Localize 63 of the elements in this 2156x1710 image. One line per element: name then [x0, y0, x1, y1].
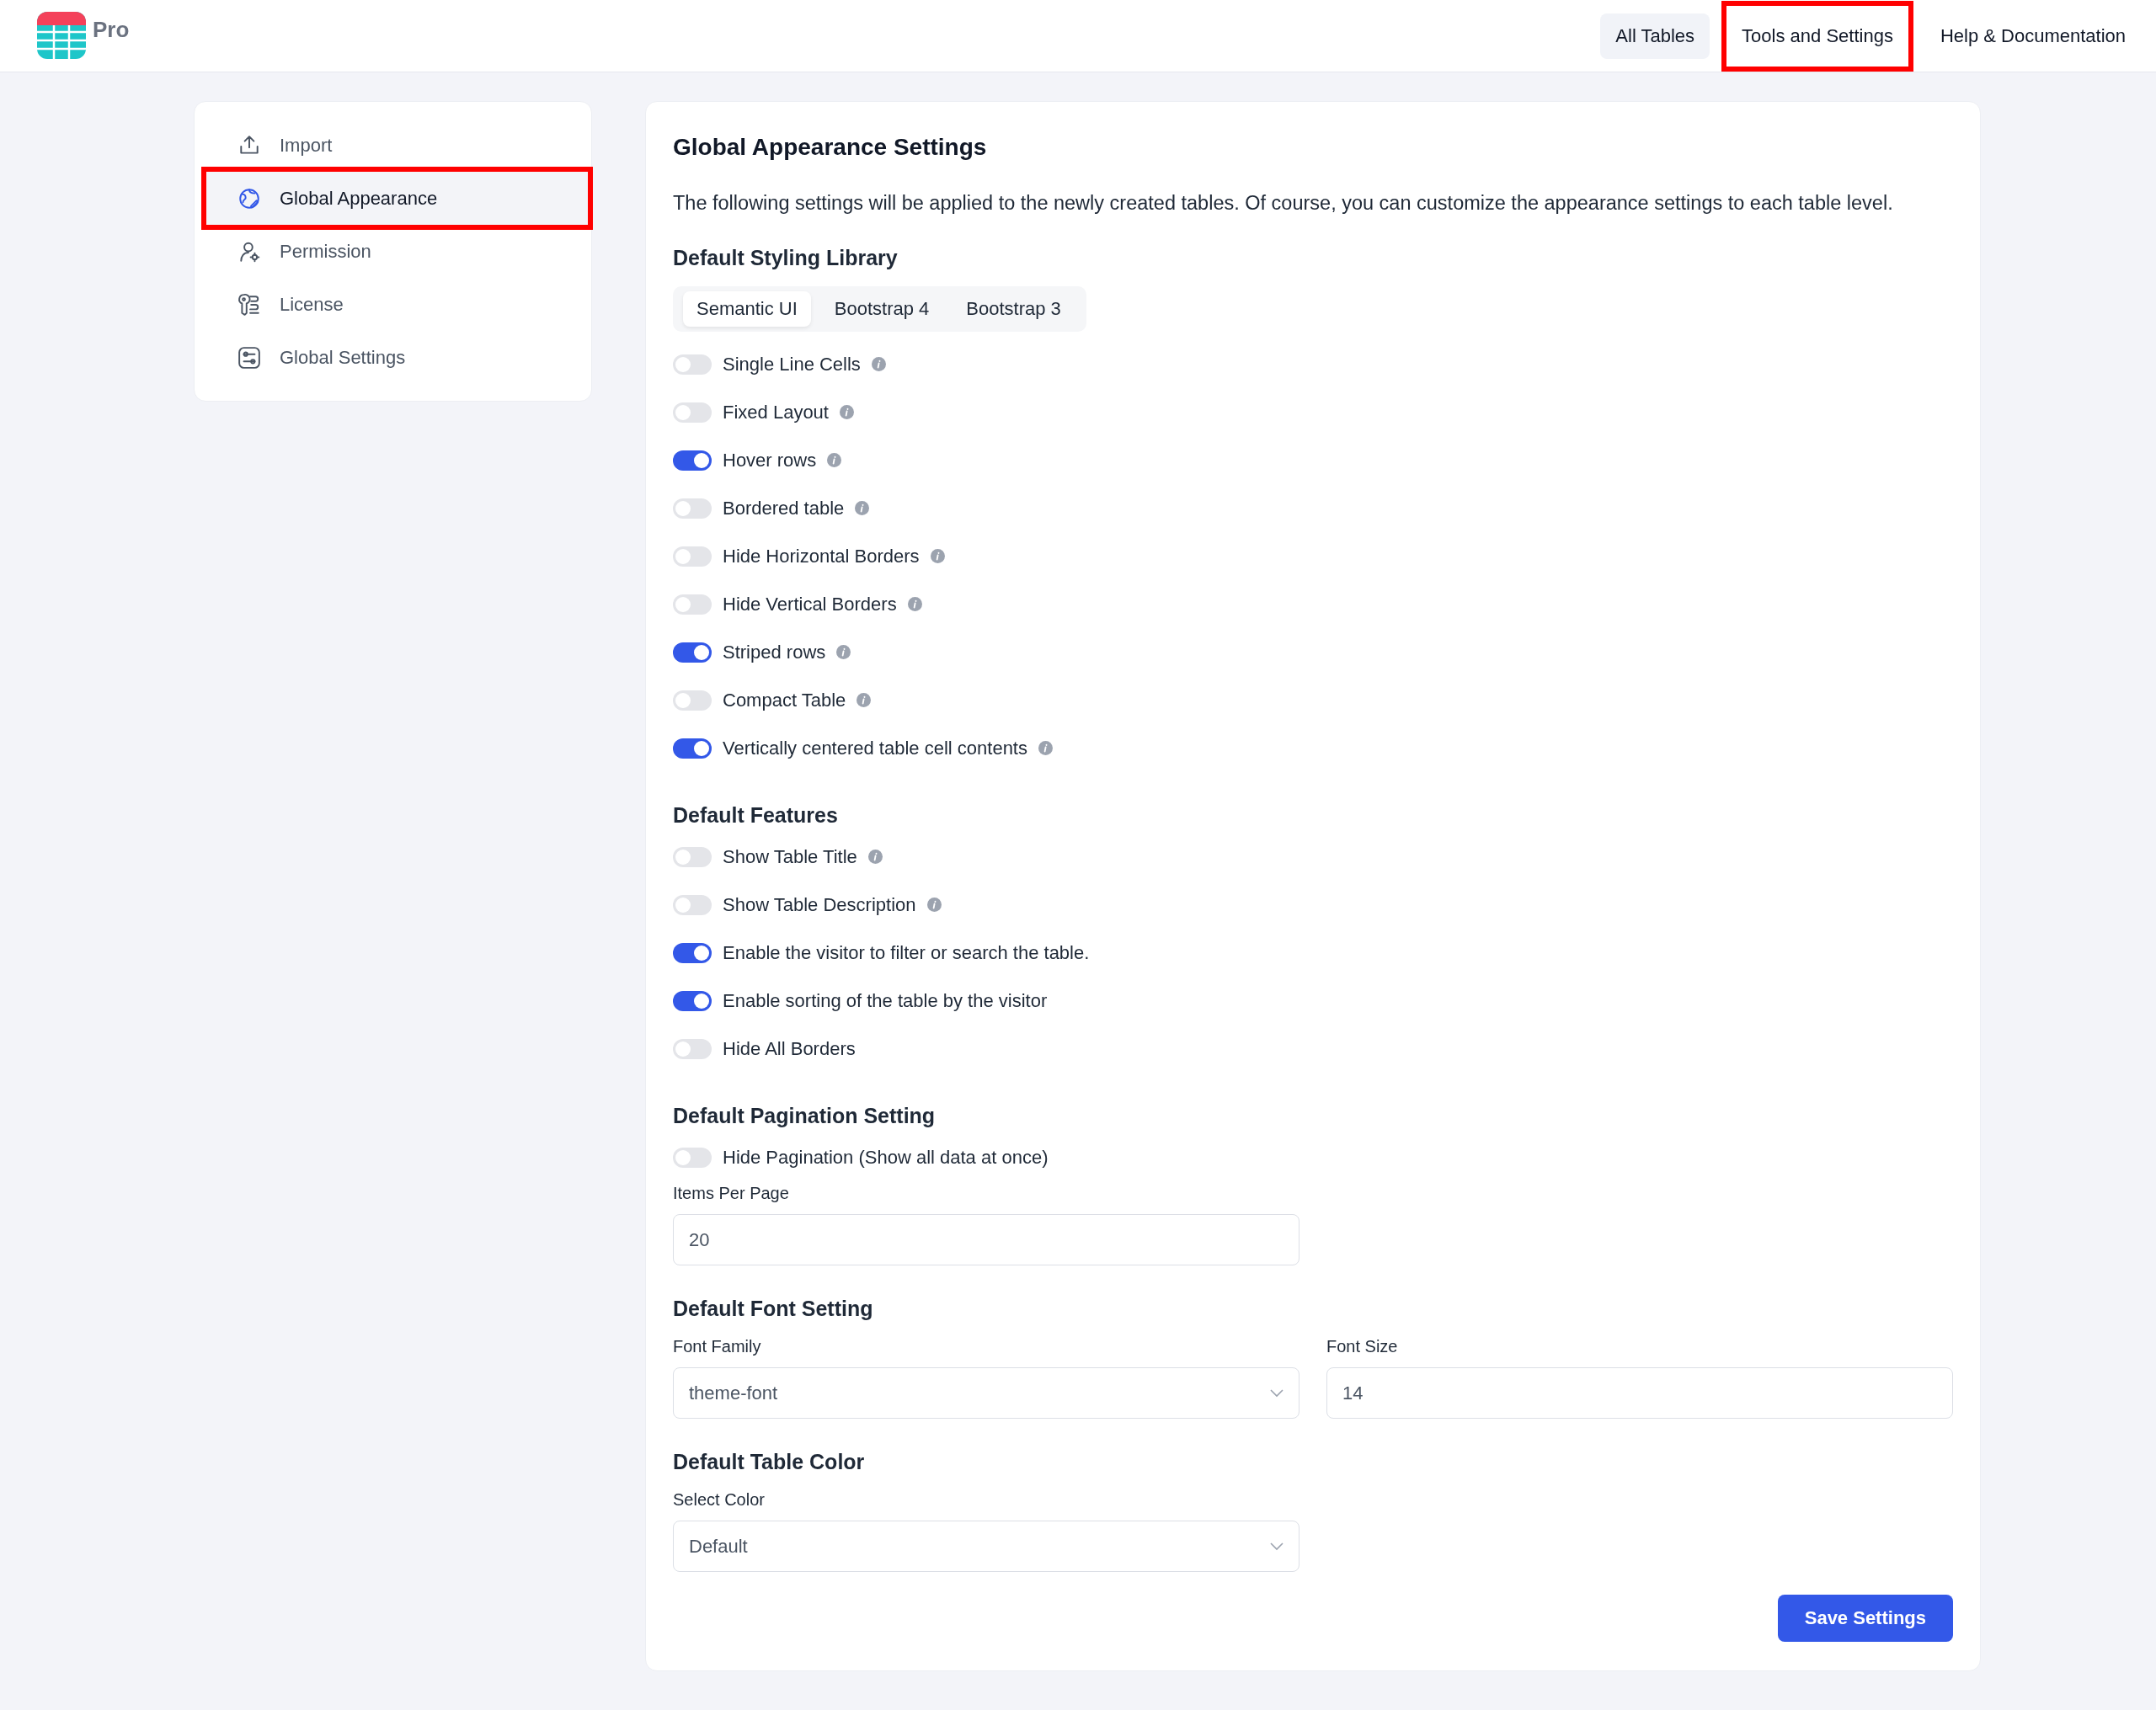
toggle-switch[interactable] — [673, 1147, 712, 1168]
field-label: Select Color — [673, 1489, 766, 1510]
toggle-label: Hover rows — [723, 449, 817, 471]
toggle-label: Hide Horizontal Borders — [723, 545, 920, 567]
logo-text: Pro — [93, 17, 130, 43]
section-heading: Default Table Color — [673, 1449, 866, 1475]
toggle-switch[interactable] — [673, 402, 712, 423]
toggle-switch[interactable] — [673, 690, 712, 711]
toggle-label: Striped rows — [723, 641, 826, 663]
chevron-down-icon — [1270, 1388, 1283, 1398]
section-heading: Default Font Setting — [673, 1296, 874, 1322]
sidebar-item[interactable]: Import — [206, 119, 588, 172]
toggle-switch[interactable] — [673, 354, 712, 375]
logo-icon — [37, 12, 86, 59]
globe-icon — [237, 186, 261, 210]
toggle-label: Hide All Borders — [723, 1037, 856, 1060]
toggle-switch[interactable] — [673, 546, 712, 567]
tab[interactable]: Bootstrap 3 — [953, 291, 1075, 327]
input-field[interactable]: 20 — [673, 1214, 1299, 1265]
toggle-switch[interactable] — [673, 1038, 712, 1059]
section-heading: Default Styling Library — [673, 245, 899, 271]
chevron-down-icon — [1270, 1542, 1283, 1551]
sidebar-item[interactable]: Permission — [206, 225, 588, 278]
toggle-switch[interactable] — [673, 738, 712, 759]
toggle-switch[interactable] — [673, 942, 712, 963]
field-label: Font Size — [1326, 1336, 1399, 1357]
description-text: The following settings will be applied to the newly created tables. Of course, you can customize the appearance settings to each table level. — [673, 191, 1894, 215]
input-field[interactable]: 14 — [1326, 1367, 1953, 1419]
toggle-switch[interactable] — [673, 846, 712, 867]
field-label: Items Per Page — [673, 1183, 790, 1204]
toggle-label: Hide Vertical Borders — [723, 593, 897, 615]
toggle-switch[interactable] — [673, 450, 712, 471]
sidebar-item[interactable]: Global Settings — [206, 331, 588, 384]
select-field[interactable]: theme-font — [673, 1367, 1299, 1419]
section-heading: Default Pagination Setting — [673, 1103, 937, 1129]
toggle-label: Compact Table — [723, 689, 846, 711]
toggle-switch[interactable] — [673, 642, 712, 663]
toggle-label: Bordered table — [723, 497, 845, 519]
page-title: Global Appearance Settings — [673, 133, 988, 162]
save-button[interactable]: Save Settings — [1777, 1595, 1953, 1642]
toggle-label: Show Table Title — [723, 845, 857, 868]
toggle-label: Hide Pagination (Show all data at once) — [723, 1146, 1049, 1169]
nav-link[interactable]: Tools and Settings — [1721, 0, 1913, 72]
toggle-switch[interactable] — [673, 894, 712, 915]
toggle-label: Single Line Cells — [723, 353, 861, 376]
section-heading: Default Features — [673, 802, 839, 828]
toggle-label: Enable sorting of the table by the visitor — [723, 989, 1048, 1012]
nav-link[interactable]: All Tables — [1600, 13, 1710, 59]
select-field[interactable]: Default — [673, 1521, 1299, 1572]
key-icon — [237, 292, 261, 317]
toggle-label: Vertically centered table cell contents — [723, 737, 1027, 759]
tab[interactable]: Semantic UI — [683, 291, 811, 327]
tab[interactable]: Bootstrap 4 — [820, 291, 943, 327]
sliders-icon — [237, 345, 261, 370]
field-label: Font Family — [673, 1336, 762, 1357]
toggle-switch[interactable] — [673, 990, 712, 1011]
toggle-switch[interactable] — [673, 594, 712, 615]
nav-link[interactable]: Help & Documentation — [1924, 13, 2141, 59]
toggle-label: Show Table Description — [723, 893, 916, 916]
toggle-label: Enable the visitor to filter or search the table. — [723, 941, 1090, 964]
sidebar-item[interactable]: License — [206, 278, 588, 331]
toggle-label: Fixed Layout — [723, 401, 829, 424]
toggle-switch[interactable] — [673, 498, 712, 519]
